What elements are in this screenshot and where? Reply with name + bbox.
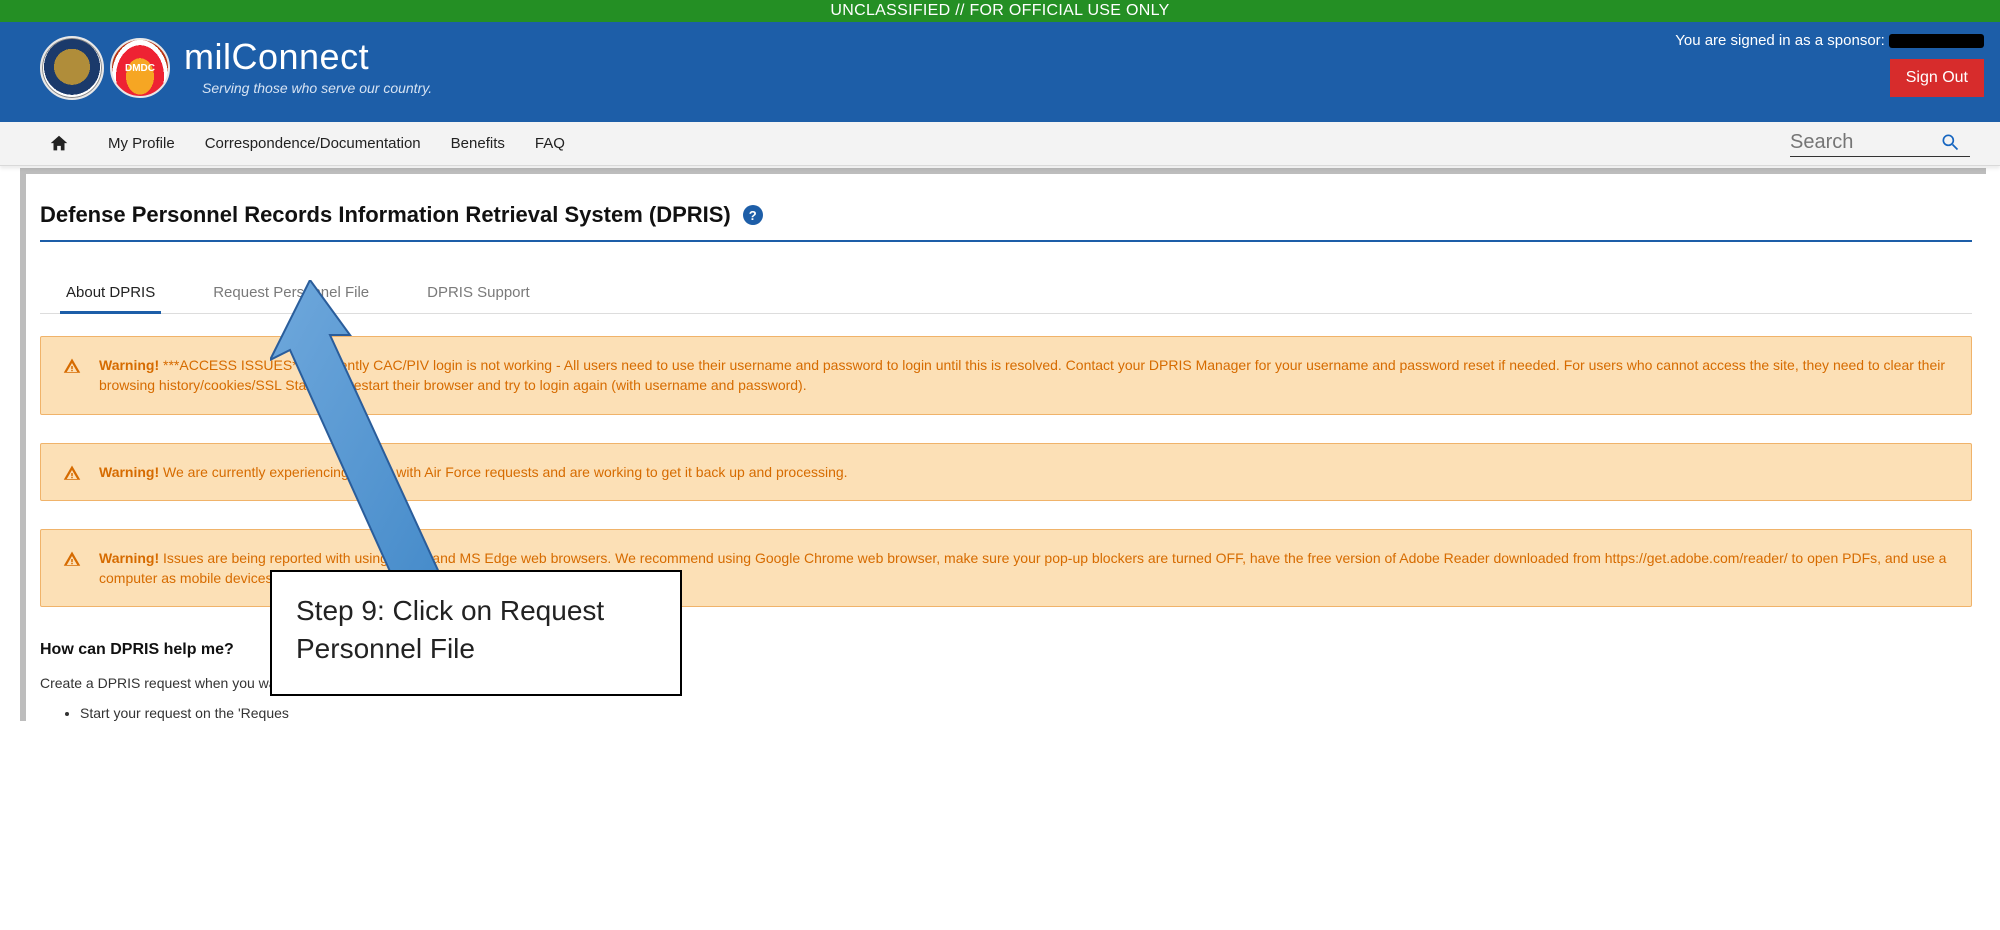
annotation-callout: Step 9: Click on Request Personnel File bbox=[270, 570, 682, 696]
brand-title: milConnect bbox=[184, 36, 432, 78]
header: DMDC milConnect Serving those who serve … bbox=[0, 22, 2000, 122]
sign-out-button[interactable]: Sign Out bbox=[1890, 59, 1984, 97]
navbar: My Profile Correspondence/Documentation … bbox=[0, 122, 2000, 166]
page-title-row: Defense Personnel Records Information Re… bbox=[40, 202, 1972, 242]
warning-icon bbox=[63, 357, 81, 375]
classification-banner: UNCLASSIFIED // FOR OFFICIAL USE ONLY bbox=[0, 0, 2000, 22]
search-icon[interactable] bbox=[1940, 132, 1960, 152]
header-logos: DMDC bbox=[40, 36, 170, 100]
tab-request-personnel-file[interactable]: Request Personnel File bbox=[207, 276, 375, 313]
brand: milConnect Serving those who serve our c… bbox=[184, 36, 432, 96]
signed-in-username-redacted bbox=[1889, 34, 1984, 48]
dmdc-seal-icon: DMDC bbox=[110, 38, 170, 98]
warning-icon bbox=[63, 464, 81, 482]
nav-benefits[interactable]: Benefits bbox=[451, 135, 505, 152]
signed-in-text: You are signed in as a sponsor: bbox=[1675, 32, 1984, 49]
alert-air-force: Warning! We are currently experiencing i… bbox=[40, 443, 1972, 501]
header-right: You are signed in as a sponsor: Sign Out bbox=[1675, 32, 1984, 97]
list-item: Start your request on the 'Reques bbox=[80, 705, 1972, 721]
brand-subtitle: Serving those who serve our country. bbox=[202, 80, 432, 96]
search-wrap bbox=[1790, 131, 1970, 157]
nav-my-profile[interactable]: My Profile bbox=[108, 135, 175, 152]
alert-text: Warning! ***ACCESS ISSUES*** Currently C… bbox=[99, 355, 1949, 396]
nav-faq[interactable]: FAQ bbox=[535, 135, 565, 152]
tabs: About DPRIS Request Personnel File DPRIS… bbox=[40, 276, 1972, 314]
help-icon[interactable]: ? bbox=[743, 205, 763, 225]
nav-correspondence[interactable]: Correspondence/Documentation bbox=[205, 135, 421, 152]
how-can-list: Start your request on the 'Reques bbox=[80, 705, 1972, 721]
signed-in-label: You are signed in as a sponsor: bbox=[1675, 32, 1885, 49]
dod-seal-icon bbox=[40, 36, 104, 100]
tab-dpris-support[interactable]: DPRIS Support bbox=[421, 276, 536, 313]
search-input[interactable] bbox=[1790, 131, 1940, 154]
alert-access-issues: Warning! ***ACCESS ISSUES*** Currently C… bbox=[40, 336, 1972, 415]
warning-icon bbox=[63, 550, 81, 568]
page-title: Defense Personnel Records Information Re… bbox=[40, 202, 731, 228]
alert-text: Warning! We are currently experiencing i… bbox=[99, 462, 848, 482]
home-icon[interactable] bbox=[48, 133, 70, 155]
alerts: Warning! ***ACCESS ISSUES*** Currently C… bbox=[40, 336, 1972, 607]
tab-about-dpris[interactable]: About DPRIS bbox=[60, 276, 161, 313]
